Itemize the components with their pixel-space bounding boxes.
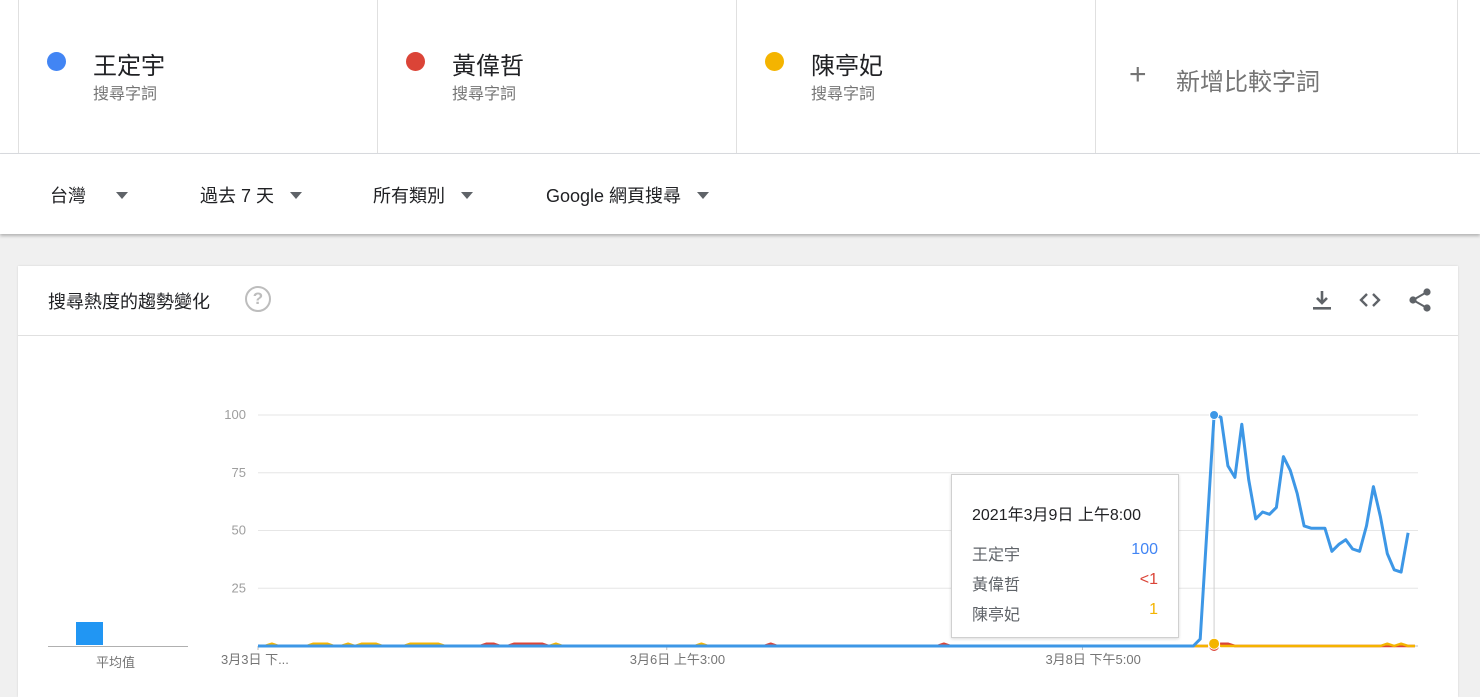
chart-tooltip: 2021年3月9日 上午8:00 王定宇 100 黃偉哲 <1 陳亭妃 1 (951, 474, 1179, 638)
term-type-3: 搜尋字詞 (811, 86, 876, 103)
category-dropdown[interactable]: 所有類別 (373, 182, 473, 208)
tooltip-row-3: 陳亭妃 1 (972, 601, 1158, 625)
term-name-2[interactable]: 黃偉哲 (452, 46, 524, 81)
tooltip-row-2: 黃偉哲 <1 (972, 571, 1158, 595)
terms-left-spacer (0, 0, 19, 153)
tooltip-date: 2021年3月9日 上午8:00 (972, 507, 1141, 524)
y-tick-label-100: 100 (224, 407, 246, 422)
tooltip-value-3: 1 (1149, 601, 1158, 618)
add-compare-term-label: 新增比較字詞 (1176, 69, 1320, 96)
y-tick-label-50: 50 (232, 523, 246, 538)
tooltip-term-1: 王定宇 (972, 547, 1021, 564)
search-type-value: Google 網頁搜尋 (546, 186, 682, 206)
hover-point-3 (1208, 637, 1221, 650)
region-value: 台灣 (50, 186, 86, 206)
term-card-2[interactable]: 黃偉哲 搜尋字詞 (378, 0, 737, 153)
add-compare-term-button[interactable]: + 新增比較字詞 (1096, 0, 1458, 153)
y-tick-label-75: 75 (232, 465, 246, 480)
x-tick-label-2: 3月6日 上午3:00 (630, 652, 725, 667)
term-color-dot-3 (765, 52, 784, 71)
chevron-down-icon (697, 191, 710, 199)
term-card-1[interactable]: 王定宇 搜尋字詞 (19, 0, 378, 153)
term-name-3[interactable]: 陳亭妃 (811, 46, 883, 81)
tooltip-row-1: 王定宇 100 (972, 541, 1158, 565)
chevron-down-icon (116, 191, 128, 199)
tooltip-term-2: 黃偉哲 (972, 577, 1021, 594)
tooltip-value-2: <1 (1139, 571, 1158, 588)
x-tick-label-1: 3月3日 下... (221, 652, 289, 667)
time-range-value: 過去 7 天 (200, 186, 275, 206)
interest-over-time-card: 搜尋熱度的趨勢變化 ? 平均值 25 50 75 100 3月3日 下... 3月6日 上… (18, 266, 1458, 697)
category-value: 所有類別 (373, 186, 445, 206)
hover-point-1 (1209, 410, 1220, 420)
search-type-dropdown[interactable]: Google 網頁搜尋 (546, 182, 710, 208)
compare-terms-bar: 王定宇 搜尋字詞 黃偉哲 搜尋字詞 陳亭妃 搜尋字詞 + 新增比較字詞 (0, 0, 1480, 154)
term-type-1: 搜尋字詞 (93, 86, 158, 103)
y-tick-label-25: 25 (232, 580, 246, 595)
filter-bar: 台灣 過去 7 天 所有類別 Google 網頁搜尋 (0, 154, 1480, 234)
tooltip-value-1: 100 (1131, 541, 1158, 558)
time-range-dropdown[interactable]: 過去 7 天 (200, 182, 303, 208)
term-card-3[interactable]: 陳亭妃 搜尋字詞 (737, 0, 1096, 153)
region-dropdown[interactable]: 台灣 (50, 182, 128, 208)
term-name-1[interactable]: 王定宇 (93, 46, 165, 81)
term-type-2: 搜尋字詞 (452, 86, 517, 103)
term-color-dot-2 (406, 52, 425, 71)
term-color-dot-1 (47, 52, 66, 71)
chevron-down-icon (290, 191, 303, 199)
tooltip-term-3: 陳亭妃 (972, 607, 1021, 624)
x-tick-label-3: 3月8日 下午5:00 (1045, 652, 1140, 667)
plus-icon: + (1129, 58, 1147, 91)
trend-line-chart[interactable]: 25 50 75 100 3月3日 下... 3月6日 上午3:00 3月8日 下午5:00 (18, 266, 1458, 697)
chevron-down-icon (461, 191, 473, 199)
